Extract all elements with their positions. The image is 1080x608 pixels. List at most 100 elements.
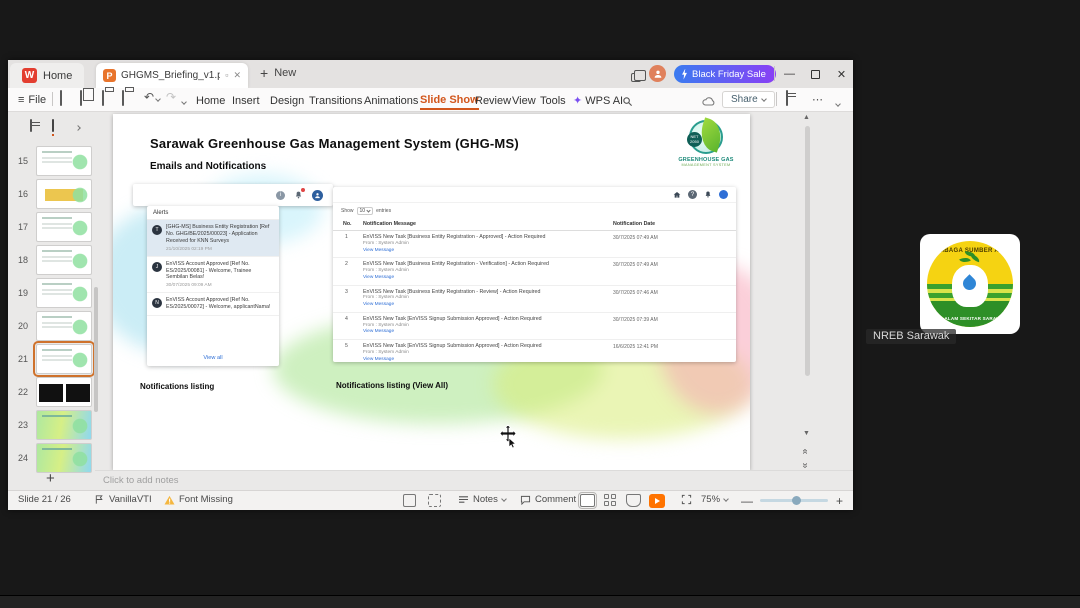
- tab-close-icon[interactable]: ✕: [233, 71, 241, 80]
- print-icon[interactable]: [102, 90, 104, 106]
- fit-screen-icon[interactable]: [681, 494, 692, 505]
- add-slide-button[interactable]: +: [46, 470, 55, 487]
- undo-icon[interactable]: ↶: [144, 91, 161, 103]
- col-no: No.: [343, 221, 352, 227]
- slide-thumbnail-20[interactable]: [36, 311, 92, 341]
- view-message-link[interactable]: View Message: [363, 248, 613, 255]
- menu-review[interactable]: Review: [475, 91, 511, 110]
- menu-animations[interactable]: Animations: [364, 91, 418, 110]
- zoom-slider[interactable]: [760, 496, 828, 505]
- thumb-number: 20: [17, 321, 28, 331]
- notes-area[interactable]: Click to add notes: [95, 470, 853, 490]
- slide-view-icon[interactable]: [52, 119, 54, 136]
- black-friday-sale-button[interactable]: Black Friday Sale: [674, 65, 776, 83]
- participant-video-tile[interactable]: LEMBAGA SUMBER ASLI DAN ALAM SEKITAR SAR…: [920, 234, 1020, 334]
- duplicate-icon[interactable]: [80, 90, 82, 106]
- row-from: From : System Admin: [363, 268, 409, 274]
- next-slide-button[interactable]: »: [799, 463, 810, 469]
- slide-thumbnail-16[interactable]: [36, 179, 92, 209]
- zoom-in-button[interactable]: +: [836, 494, 843, 508]
- menu-wps-ai[interactable]: ✦ WPS AI: [573, 91, 623, 110]
- alert-item[interactable]: N EnVISS Account Approved [Ref No. ES/20…: [147, 293, 279, 316]
- view-message-link[interactable]: View Message: [363, 329, 613, 336]
- share-button[interactable]: Share: [722, 91, 775, 108]
- view-message-link[interactable]: View Message: [363, 302, 613, 309]
- new-tab-label: New: [274, 67, 297, 79]
- slide-thumbnail-23[interactable]: [36, 410, 92, 440]
- tab-preview-icon[interactable]: ▫: [225, 71, 228, 80]
- outline-view-icon[interactable]: [30, 119, 32, 132]
- menu-slide-show[interactable]: Slide Show: [420, 91, 479, 110]
- collapse-ribbon-icon[interactable]: [835, 96, 841, 108]
- view-message-link[interactable]: View Message: [363, 275, 613, 282]
- normal-view-icon[interactable]: [578, 492, 597, 509]
- minimize-button[interactable]: —: [780, 65, 799, 83]
- slide-sorter-icon[interactable]: [604, 494, 617, 506]
- comment-button[interactable]: Comment: [520, 494, 576, 505]
- thumbnail-scrollbar[interactable]: [94, 287, 98, 412]
- split-view-icon[interactable]: [628, 69, 646, 85]
- slide-scrollbar[interactable]: [805, 126, 810, 376]
- search-icon[interactable]: [622, 94, 633, 112]
- home-tab[interactable]: W Home: [10, 63, 85, 88]
- menu-view[interactable]: View: [512, 91, 536, 110]
- notes-toggle[interactable]: Notes: [458, 494, 507, 505]
- slide-thumbnail-24[interactable]: [36, 443, 92, 473]
- slide-thumbnail-17[interactable]: [36, 212, 92, 242]
- more-options-icon[interactable]: ⋯: [812, 93, 824, 106]
- zoom-level[interactable]: 75%: [701, 494, 729, 505]
- wps-logo-icon: W: [22, 68, 37, 83]
- alerts-header: Alerts: [147, 206, 279, 220]
- alert-item[interactable]: J EnVISS Account Approved [Ref No. ES/20…: [147, 257, 279, 294]
- row-message: EnVISS New Task [EnVISS Signup Submissio…: [363, 343, 542, 350]
- page-size-select[interactable]: 10: [356, 207, 374, 215]
- view-message-link[interactable]: View Message: [363, 357, 613, 364]
- menu-design[interactable]: Design: [270, 91, 304, 110]
- slide-thumbnail-19[interactable]: [36, 278, 92, 308]
- panel-collapse-icon[interactable]: [75, 122, 81, 133]
- slide-canvas[interactable]: Sarawak Greenhouse Gas Management System…: [113, 114, 750, 470]
- row-message: EnVISS New Task [Business Entity Registr…: [363, 234, 546, 240]
- file-menu-button[interactable]: ≡ File: [18, 91, 46, 109]
- theme-indicator[interactable]: VanillaVTI: [94, 494, 152, 505]
- slide-thumbnail-15[interactable]: [36, 146, 92, 176]
- maximize-button[interactable]: [806, 65, 825, 83]
- menu-tools[interactable]: Tools: [540, 91, 566, 110]
- scroll-up-arrow[interactable]: ▲: [803, 114, 810, 121]
- save-icon[interactable]: [60, 90, 62, 106]
- bell-icon: [294, 188, 305, 200]
- toolbar-more-icon[interactable]: [181, 94, 187, 106]
- redo-icon[interactable]: ↷: [166, 91, 176, 103]
- entries-label: entries: [376, 208, 392, 214]
- handout-icon[interactable]: [428, 494, 441, 507]
- slideshow-play-button[interactable]: [649, 494, 665, 508]
- notifications-table-screenshot: ? Show 10 entries No. Notification Messa…: [333, 187, 736, 362]
- alert-avatar: T: [152, 225, 162, 235]
- print-preview-icon[interactable]: [122, 90, 124, 106]
- menu-transitions[interactable]: Transitions: [309, 91, 362, 110]
- account-avatar[interactable]: [649, 65, 666, 82]
- video-call-screen: W Home P GHGMS_Briefing_v1.pptx ▫ ✕ + Ne…: [0, 0, 1080, 608]
- plus-icon: +: [260, 65, 269, 81]
- slide-thumbnail-22[interactable]: [36, 377, 92, 407]
- thumb-number: 22: [17, 387, 28, 397]
- cloud-sync-icon[interactable]: [702, 94, 716, 112]
- reading-view-icon[interactable]: [626, 494, 641, 507]
- hamburger-icon: ≡: [18, 94, 25, 106]
- previous-slide-button[interactable]: «: [799, 449, 810, 455]
- view-all-link[interactable]: View all: [147, 351, 279, 366]
- scroll-down-arrow[interactable]: ▼: [803, 430, 810, 437]
- slide-thumbnail-21-selected[interactable]: [33, 341, 95, 377]
- slide-thumbnail-18[interactable]: [36, 245, 92, 275]
- new-tab-button[interactable]: + New: [260, 65, 296, 81]
- document-tab[interactable]: P GHGMS_Briefing_v1.pptx ▫ ✕: [96, 63, 248, 88]
- close-button[interactable]: ✕: [832, 65, 851, 83]
- leaf-icon: [959, 255, 971, 265]
- font-missing-warning[interactable]: Font Missing: [164, 494, 233, 505]
- task-pane-icon[interactable]: [403, 494, 416, 507]
- zoom-out-button[interactable]: —: [741, 494, 753, 508]
- layout-panel-icon[interactable]: [786, 90, 788, 106]
- menu-insert[interactable]: Insert: [232, 91, 260, 110]
- alert-item[interactable]: T [GHG-MS] Business Entity Registration …: [147, 220, 279, 257]
- menu-home[interactable]: Home: [196, 91, 225, 110]
